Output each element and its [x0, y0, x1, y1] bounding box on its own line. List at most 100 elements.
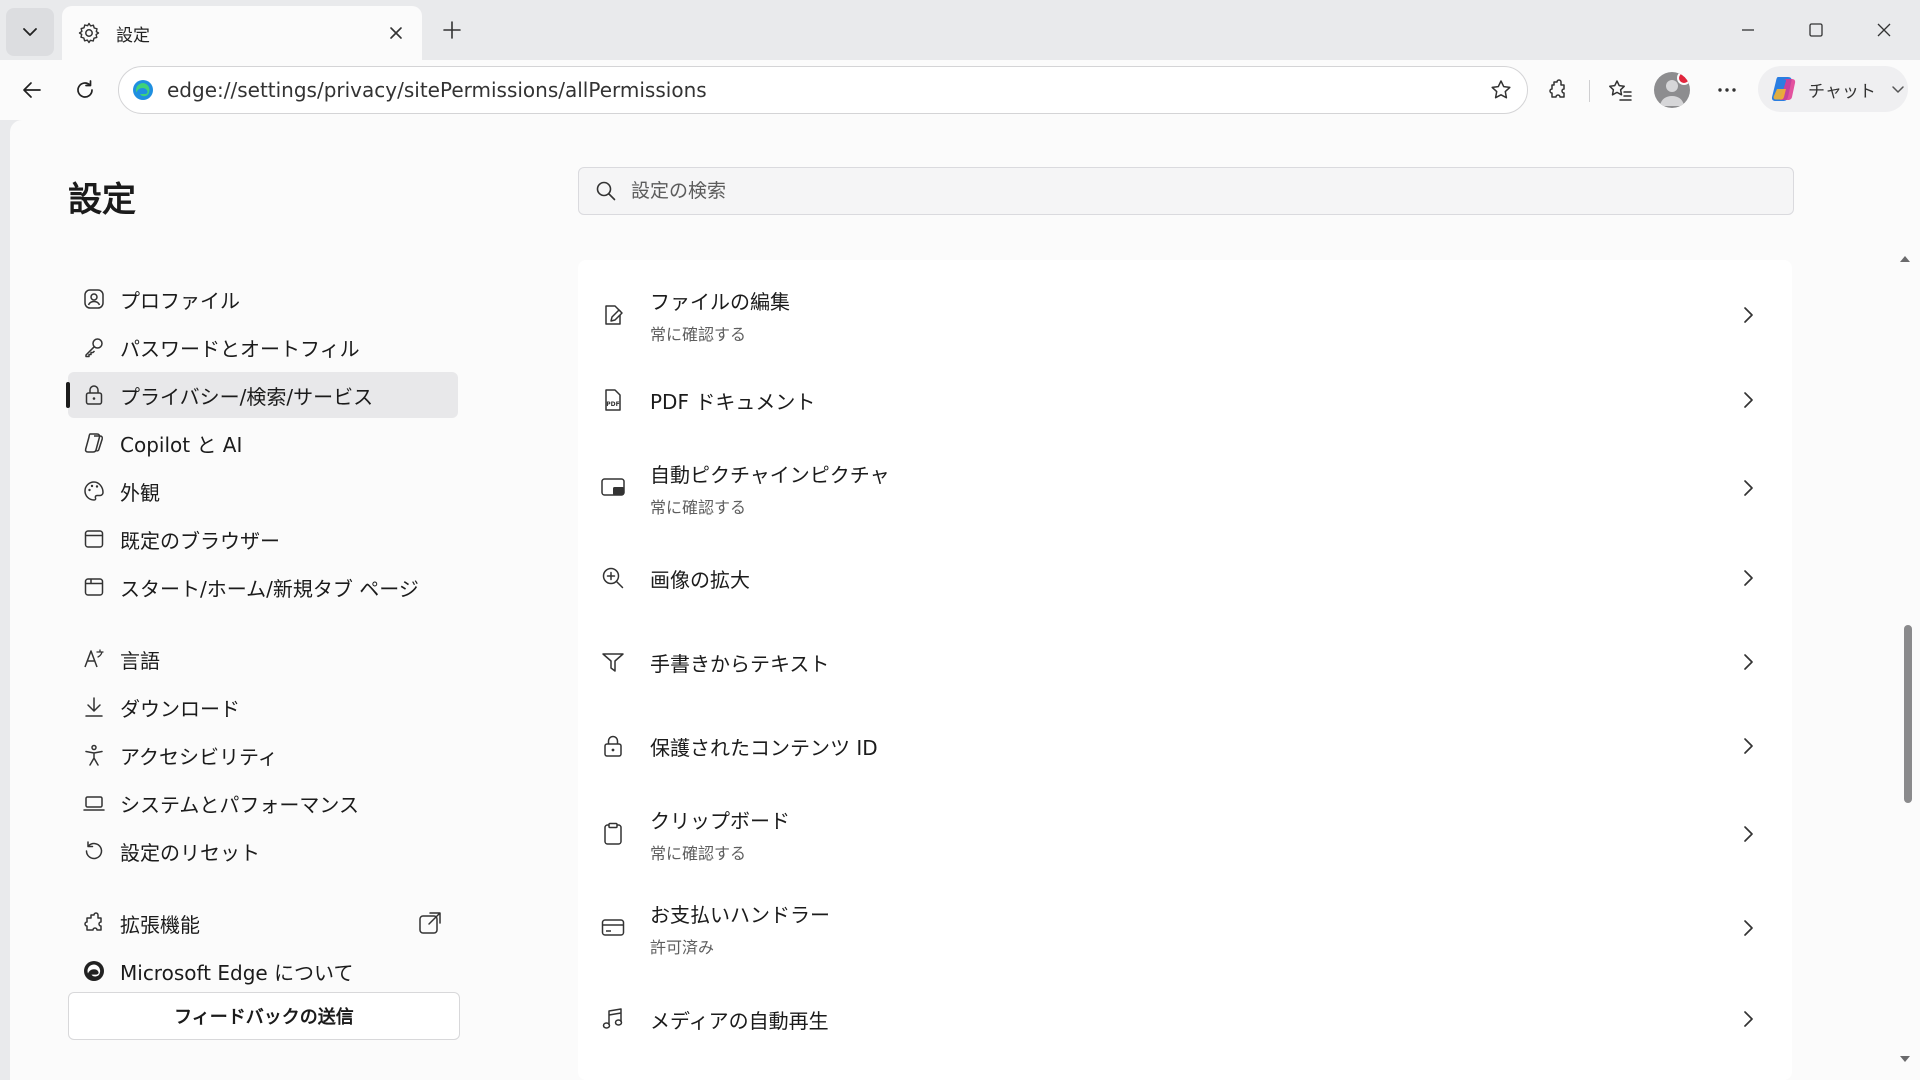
- pdf-icon: PDF: [598, 385, 628, 415]
- maximize-button[interactable]: [1786, 8, 1846, 52]
- permission-row-pdf[interactable]: PDF PDF ドキュメント: [578, 360, 1792, 440]
- nav-item-copilot[interactable]: Copilot と AI: [68, 420, 458, 466]
- nav-label: 言語: [120, 648, 160, 673]
- profile-avatar[interactable]: [1654, 72, 1690, 108]
- scrollbar-thumb[interactable]: [1904, 625, 1912, 803]
- nav-item-reset[interactable]: 設定のリセット: [68, 828, 458, 874]
- minimize-button[interactable]: [1718, 8, 1778, 52]
- external-link-icon: [419, 912, 441, 934]
- send-feedback-button[interactable]: フィードバックの送信: [68, 992, 460, 1040]
- permission-label: ファイルの編集: [650, 289, 790, 314]
- copilot-icon: [80, 429, 108, 457]
- favorites-list-icon: [1609, 80, 1632, 101]
- extensions-button[interactable]: [1535, 68, 1579, 112]
- permission-row-protected-content[interactable]: 保護されたコンテンツ ID: [578, 704, 1792, 788]
- minimize-icon: [1742, 29, 1754, 31]
- settings-search-box[interactable]: [578, 167, 1794, 215]
- nav-label: Copilot と AI: [120, 432, 243, 457]
- close-tab-icon[interactable]: [378, 15, 414, 51]
- nav-label: プライバシー/検索/サービス: [120, 384, 374, 409]
- nav-item-about[interactable]: Microsoft Edge について: [68, 948, 458, 994]
- scroll-down-arrow-icon[interactable]: [1898, 1052, 1912, 1066]
- new-tab-button[interactable]: [432, 10, 472, 50]
- permission-row-handwriting[interactable]: 手書きからテキスト: [578, 620, 1792, 704]
- nav-item-extensions[interactable]: 拡張機能: [68, 900, 458, 946]
- nav-item-system[interactable]: システムとパフォーマンス: [68, 780, 458, 826]
- nav-label: ダウンロード: [120, 696, 240, 721]
- chevron-right-icon: [1734, 1005, 1762, 1033]
- puzzle-icon: [1549, 79, 1565, 98]
- address-bar[interactable]: edge://settings/privacy/sitePermissions/…: [118, 66, 1528, 114]
- nav-item-appearance[interactable]: 外観: [68, 468, 458, 514]
- download-icon: [80, 693, 108, 721]
- permission-row-payment-handlers[interactable]: お支払いハンドラー 許可済み: [578, 880, 1792, 976]
- browser-toolbar: edge://settings/privacy/sitePermissions/…: [0, 60, 1920, 120]
- refresh-button[interactable]: [63, 68, 107, 112]
- browser-icon: [80, 525, 108, 553]
- nav-label: 拡張機能: [120, 912, 200, 937]
- permission-label: 画像の拡大: [650, 567, 750, 592]
- nav-label: プロファイル: [120, 288, 240, 313]
- browser-tab[interactable]: 設定: [62, 6, 422, 60]
- chevron-right-icon: [1734, 564, 1762, 592]
- home-page-icon: [80, 573, 108, 601]
- nav-item-start-home[interactable]: スタート/ホーム/新規タブ ページ: [68, 564, 458, 610]
- chevron-right-icon: [1734, 386, 1762, 414]
- close-icon: [1877, 23, 1891, 37]
- chevron-right-icon: [1734, 301, 1762, 329]
- language-icon: [80, 645, 108, 673]
- favorites-button[interactable]: [1598, 68, 1642, 112]
- settings-page: 設定 プロファイル パスワードとオートフィル プライバシー/検索/サービス Co…: [10, 120, 1920, 1080]
- file-edit-icon: [598, 300, 628, 330]
- permission-status: 常に確認する: [650, 843, 747, 863]
- permission-row-pip[interactable]: 自動ピクチャインピクチャ 常に確認する: [578, 440, 1792, 536]
- palette-icon: [80, 477, 108, 505]
- nav-item-profile[interactable]: プロファイル: [68, 276, 458, 322]
- active-indicator: [66, 382, 70, 408]
- tab-actions-menu-button[interactable]: [6, 8, 54, 56]
- picture-in-picture-icon: [598, 473, 628, 503]
- permission-label: 自動ピクチャインピクチャ: [650, 462, 890, 487]
- scroll-up-arrow-icon[interactable]: [1898, 252, 1912, 266]
- nav-item-passwords[interactable]: パスワードとオートフィル: [68, 324, 458, 370]
- chevron-down-icon: [1892, 86, 1904, 93]
- permission-label: メディアの自動再生: [650, 1008, 829, 1033]
- edge-logo-icon: [129, 76, 157, 104]
- handwriting-icon: [598, 647, 628, 677]
- key-icon: [80, 333, 108, 361]
- chevron-right-icon: [1734, 732, 1762, 760]
- edge-logo-icon: [80, 957, 108, 985]
- settings-more-button[interactable]: [1705, 68, 1749, 112]
- laptop-icon: [80, 789, 108, 817]
- plus-icon: [443, 21, 461, 39]
- nav-item-downloads[interactable]: ダウンロード: [68, 684, 458, 730]
- toolbar-divider: [1589, 80, 1590, 102]
- permission-label: 手書きからテキスト: [650, 651, 830, 676]
- more-horizontal-icon: [1718, 88, 1736, 92]
- address-url: edge://settings/privacy/sitePermissions/…: [167, 78, 707, 102]
- permission-row-media-autoplay[interactable]: メディアの自動再生: [578, 976, 1792, 1062]
- favorite-star-icon[interactable]: [1481, 70, 1521, 110]
- search-input[interactable]: [629, 179, 1793, 203]
- nav-label: 既定のブラウザー: [120, 528, 280, 553]
- nav-label: Microsoft Edge について: [120, 960, 354, 985]
- close-window-button[interactable]: [1854, 8, 1914, 52]
- permission-row-file-editing[interactable]: ファイルの編集 常に確認する: [578, 270, 1792, 360]
- music-note-icon: [598, 1004, 628, 1034]
- card-icon: [598, 913, 628, 943]
- search-icon: [593, 178, 619, 204]
- nav-item-language[interactable]: 言語: [68, 636, 458, 682]
- copilot-chat-button[interactable]: チャット: [1758, 66, 1908, 112]
- back-button[interactable]: [10, 68, 54, 112]
- site-permissions-list: ファイルの編集 常に確認する PDF PDF ドキュメント 自動ピクチャインピクチ…: [578, 260, 1792, 1080]
- refresh-icon: [77, 80, 93, 98]
- nav-item-privacy[interactable]: プライバシー/検索/サービス: [66, 372, 458, 418]
- permission-row-image-zoom[interactable]: 画像の拡大: [578, 536, 1792, 620]
- chevron-right-icon: [1734, 914, 1762, 942]
- permission-row-clipboard[interactable]: クリップボード 常に確認する: [578, 788, 1792, 880]
- nav-item-accessibility[interactable]: アクセシビリティ: [68, 732, 458, 778]
- permission-status: 許可済み: [650, 937, 715, 957]
- zoom-in-icon: [598, 563, 628, 593]
- nav-item-default-browser[interactable]: 既定のブラウザー: [68, 516, 458, 562]
- nav-label: アクセシビリティ: [120, 744, 278, 769]
